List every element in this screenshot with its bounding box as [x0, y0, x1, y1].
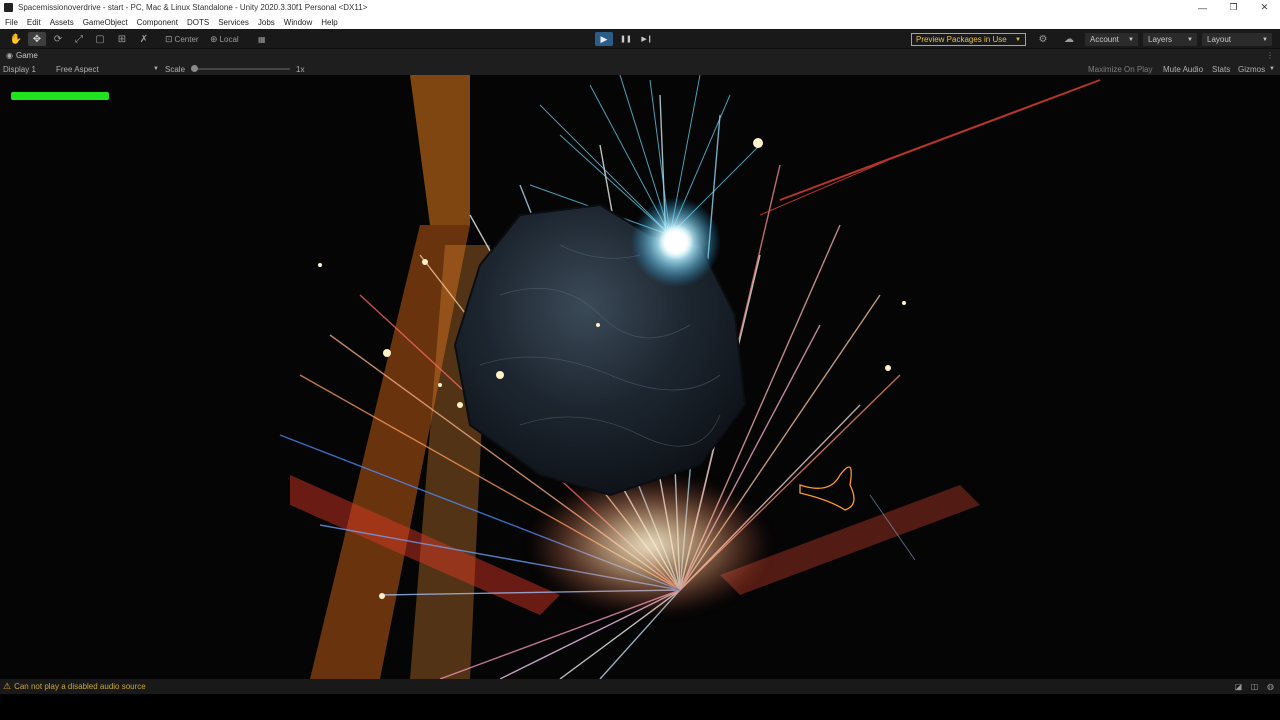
- fire-glow: [530, 475, 770, 615]
- space-label: Local: [219, 34, 239, 44]
- preview-packages-label: Preview Packages in Use: [916, 35, 1007, 44]
- scale-value: 1x: [296, 64, 305, 74]
- hand-tool-button[interactable]: ✋: [7, 32, 25, 46]
- grid-snap-button[interactable]: ▦: [255, 32, 269, 46]
- chevron-down-icon: ▼: [1128, 36, 1134, 43]
- chevron-down-icon: ▼: [1269, 66, 1275, 72]
- scale-label: Scale: [165, 64, 186, 74]
- red-trails: [759, 79, 1101, 216]
- window-title-bar: Spacemissionoverdrive - start - PC, Mac …: [0, 0, 1280, 15]
- rotate-tool-button[interactable]: ⟳: [49, 32, 67, 46]
- display-dropdown[interactable]: Display 1: [3, 64, 36, 74]
- explosion-scene-render: [279, 75, 1101, 679]
- main-toolbar: ✋ ✥ ⟳ ⤢ ▢ ⊞ ✗ ⊡ Center ⊕ Local ▦ ▶ ❚❚ ▶❙ P…: [0, 29, 1280, 49]
- layers-label: Layers: [1148, 35, 1173, 44]
- cloud-icon: ☁: [1064, 33, 1074, 45]
- game-viewport[interactable]: [0, 75, 1280, 679]
- progress-icon[interactable]: ◪: [1233, 681, 1244, 692]
- rect-tool-button[interactable]: ▢: [91, 32, 109, 46]
- pause-icon: ❚❚: [620, 36, 632, 43]
- rotate-icon: ⟳: [53, 33, 63, 45]
- console-last-message[interactable]: Can not play a disabled audio source: [14, 682, 146, 691]
- menu-assets[interactable]: Assets: [50, 18, 74, 27]
- chevron-down-icon: ▼: [1187, 36, 1193, 43]
- window-controls: — ❐ ✕: [1187, 0, 1280, 15]
- chevron-down-icon: ▼: [1015, 36, 1021, 43]
- transform-icon: ⊞: [117, 33, 127, 45]
- restore-button[interactable]: ❐: [1218, 0, 1249, 15]
- window-title: Spacemissionoverdrive - start - PC, Mac …: [18, 3, 368, 12]
- menu-dots[interactable]: DOTS: [187, 18, 209, 27]
- mute-audio-toggle[interactable]: Mute Audio: [1163, 64, 1203, 74]
- unity-app-icon: [4, 3, 13, 12]
- scale-icon: ⤢: [75, 33, 83, 45]
- ember-trail: [799, 466, 855, 511]
- chevron-down-icon: ▼: [1262, 36, 1268, 43]
- gizmos-dropdown[interactable]: Gizmos: [1238, 64, 1265, 74]
- move-tool-button[interactable]: ✥: [28, 32, 46, 46]
- health-bar-fill: [11, 92, 109, 100]
- pivot-label: Center: [174, 34, 199, 44]
- scale-slider-track[interactable]: [195, 68, 290, 70]
- pivot-icon: ⊡: [165, 33, 173, 44]
- chevron-down-icon: ▼: [153, 66, 159, 72]
- menu-gameobject[interactable]: GameObject: [83, 18, 128, 27]
- status-bar[interactable]: ⚠ Can not play a disabled audio source ◪…: [0, 679, 1280, 694]
- maximize-on-play-toggle[interactable]: Maximize On Play: [1088, 64, 1152, 74]
- game-controller-icon: ◉: [6, 51, 13, 60]
- custom-tool-button[interactable]: ✗: [135, 32, 153, 46]
- collab-icon[interactable]: ◍: [1265, 681, 1276, 692]
- game-tab-header: ◉ Game ⋮: [0, 49, 1280, 62]
- layout-label: Layout: [1207, 35, 1232, 44]
- pause-button[interactable]: ❚❚: [617, 32, 635, 46]
- menu-edit[interactable]: Edit: [27, 18, 41, 27]
- play-icon: ▶: [600, 33, 608, 44]
- scale-tool-button[interactable]: ⤢: [70, 32, 88, 46]
- menu-window[interactable]: Window: [284, 18, 312, 27]
- player-health-bar: [11, 92, 109, 100]
- tab-menu-icon[interactable]: ⋮: [1266, 51, 1274, 60]
- account-label: Account: [1090, 35, 1119, 44]
- step-icon: ▶❙: [641, 36, 653, 43]
- cloud-button[interactable]: ☁: [1060, 32, 1078, 46]
- account-dropdown[interactable]: Account ▼: [1085, 33, 1138, 46]
- window-bottom-edge: [0, 694, 1280, 720]
- transform-tool-button[interactable]: ⊞: [113, 32, 131, 46]
- services-settings-button[interactable]: ⚙: [1034, 32, 1052, 46]
- aspect-label: Free Aspect: [56, 64, 99, 74]
- hand-icon: ✋: [9, 33, 23, 45]
- menu-component[interactable]: Component: [137, 18, 178, 27]
- debug-mode-icon[interactable]: ◫: [1249, 681, 1260, 692]
- move-icon: ✥: [32, 33, 42, 45]
- pivot-center-toggle[interactable]: ⊡ Center: [162, 32, 202, 46]
- impact-core: [662, 228, 690, 256]
- status-icons: ◪ ◫ ◍: [1233, 681, 1276, 692]
- minimize-button[interactable]: —: [1187, 0, 1218, 15]
- scale-slider-handle[interactable]: [191, 65, 198, 72]
- aspect-dropdown[interactable]: Free Aspect ▼: [56, 64, 159, 74]
- custom-tool-icon: ✗: [139, 33, 149, 45]
- play-button[interactable]: ▶: [595, 32, 613, 46]
- display-label: Display 1: [3, 64, 36, 74]
- menu-services[interactable]: Services: [218, 18, 249, 27]
- warning-icon: ⚠: [3, 681, 12, 691]
- menu-file[interactable]: File: [5, 18, 18, 27]
- layout-dropdown[interactable]: Layout ▼: [1202, 33, 1272, 46]
- tab-game[interactable]: Game: [16, 51, 38, 60]
- grid-icon: ▦: [258, 34, 266, 44]
- menu-jobs[interactable]: Jobs: [258, 18, 275, 27]
- close-button[interactable]: ✕: [1249, 0, 1280, 15]
- pivot-space-toggle[interactable]: ⊕ Local: [207, 32, 242, 46]
- layers-dropdown[interactable]: Layers ▼: [1143, 33, 1197, 46]
- rect-icon: ▢: [95, 33, 105, 45]
- menu-help[interactable]: Help: [321, 18, 337, 27]
- step-button[interactable]: ▶❙: [638, 32, 656, 46]
- stats-toggle[interactable]: Stats: [1212, 64, 1230, 74]
- preview-packages-dropdown[interactable]: Preview Packages in Use ▼: [911, 33, 1026, 46]
- gear-icon: ⚙: [1038, 33, 1048, 45]
- menu-bar: File Edit Assets GameObject Component DO…: [0, 15, 1280, 29]
- local-space-icon: ⊕: [210, 33, 218, 44]
